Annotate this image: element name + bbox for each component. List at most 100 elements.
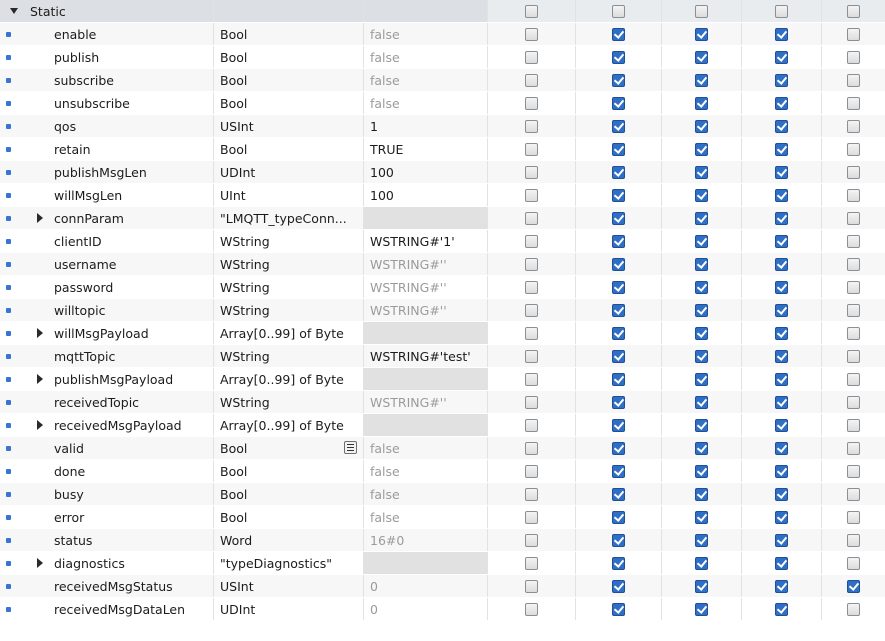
attribute-checkbox-1[interactable] xyxy=(525,441,538,455)
attribute-checkbox-2[interactable] xyxy=(612,533,625,547)
variable-default-cell[interactable] xyxy=(364,207,488,229)
table-row[interactable]: publishMsgLen UDInt 100 xyxy=(0,161,885,184)
variable-type-cell[interactable]: Bool xyxy=(214,23,364,45)
variable-name-cell[interactable]: receivedMsgPayload xyxy=(0,414,214,436)
table-row[interactable]: password WString WSTRING#'' xyxy=(0,276,885,299)
attribute-checkbox-2[interactable] xyxy=(612,73,625,87)
variable-default-cell[interactable]: WSTRING#'' xyxy=(364,391,488,413)
attribute-checkbox-5[interactable] xyxy=(847,27,860,41)
attribute-checkbox-1[interactable] xyxy=(525,579,538,593)
table-row[interactable]: done Bool false xyxy=(0,460,885,483)
variable-name-cell[interactable]: username xyxy=(0,253,214,275)
attribute-checkbox-4[interactable] xyxy=(775,579,788,593)
variable-type-cell[interactable]: Bool xyxy=(214,483,364,505)
attribute-checkbox-5[interactable] xyxy=(847,96,860,110)
attribute-checkbox-4[interactable] xyxy=(775,96,788,110)
variable-default-cell[interactable]: false xyxy=(364,506,488,528)
collapse-arrow-icon[interactable] xyxy=(10,8,18,14)
attribute-checkbox-3[interactable] xyxy=(695,326,708,340)
attribute-checkbox-4[interactable] xyxy=(775,27,788,41)
table-row[interactable]: retain Bool TRUE xyxy=(0,138,885,161)
variable-name-cell[interactable]: receivedMsgStatus xyxy=(0,575,214,597)
attribute-checkbox-5[interactable] xyxy=(847,510,860,524)
variable-default-cell[interactable]: WSTRING#'' xyxy=(364,299,488,321)
variable-type-cell[interactable]: WString xyxy=(214,299,364,321)
variable-default-cell[interactable]: false xyxy=(364,46,488,68)
table-row[interactable]: clientID WString WSTRING#'1' xyxy=(0,230,885,253)
attribute-checkbox-2[interactable] xyxy=(612,395,625,409)
attribute-checkbox-5[interactable] xyxy=(847,464,860,478)
attribute-checkbox-3[interactable] xyxy=(695,395,708,409)
variable-name-cell[interactable]: mqttTopic xyxy=(0,345,214,367)
attribute-checkbox-4[interactable] xyxy=(775,165,788,179)
variable-type-cell[interactable]: WString xyxy=(214,345,364,367)
attribute-checkbox-1[interactable] xyxy=(525,234,538,248)
expand-arrow-icon[interactable] xyxy=(37,558,43,568)
variable-name-cell[interactable]: subscribe xyxy=(0,69,214,91)
variable-type-cell[interactable]: Bool xyxy=(214,69,364,91)
variable-default-cell[interactable]: false xyxy=(364,23,488,45)
attribute-checkbox-2[interactable] xyxy=(612,372,625,386)
attribute-checkbox-3[interactable] xyxy=(695,487,708,501)
variable-default-cell[interactable] xyxy=(364,552,488,574)
variable-name-cell[interactable]: enable xyxy=(0,23,214,45)
attribute-checkbox-5[interactable] xyxy=(847,165,860,179)
attribute-checkbox-3[interactable] xyxy=(695,142,708,156)
table-row[interactable]: status Word 16#0 xyxy=(0,529,885,552)
variable-type-cell[interactable]: USInt xyxy=(214,575,364,597)
table-row[interactable]: receivedMsgPayload Array[0..99] of Byte xyxy=(0,414,885,437)
attribute-checkbox-4[interactable] xyxy=(775,326,788,340)
attribute-checkbox-1[interactable] xyxy=(525,510,538,524)
attribute-checkbox-2[interactable] xyxy=(612,257,625,271)
table-row[interactable]: mqttTopic WString WSTRING#'test' xyxy=(0,345,885,368)
attribute-checkbox-3[interactable] xyxy=(695,165,708,179)
variable-default-cell[interactable]: false xyxy=(364,483,488,505)
attribute-checkbox-4[interactable] xyxy=(775,142,788,156)
table-row[interactable]: willMsgPayload Array[0..99] of Byte xyxy=(0,322,885,345)
attribute-checkbox-5[interactable] xyxy=(847,73,860,87)
type-list-icon[interactable] xyxy=(344,441,357,454)
variable-type-cell[interactable]: WString xyxy=(214,230,364,252)
table-row[interactable]: enable Bool false xyxy=(0,23,885,46)
attribute-checkbox-3[interactable] xyxy=(695,464,708,478)
attribute-checkbox-3[interactable] xyxy=(695,556,708,570)
attribute-checkbox-2[interactable] xyxy=(612,464,625,478)
attribute-checkbox-3[interactable] xyxy=(695,27,708,41)
attribute-checkbox-3[interactable] xyxy=(695,418,708,432)
table-row[interactable]: willtopic WString WSTRING#'' xyxy=(0,299,885,322)
attribute-checkbox-2[interactable] xyxy=(612,303,625,317)
attribute-checkbox-1[interactable] xyxy=(525,395,538,409)
variable-name-cell[interactable]: valid xyxy=(0,437,214,459)
table-row[interactable]: receivedMsgDataLen UDInt 0 xyxy=(0,598,885,621)
attribute-checkbox-1[interactable] xyxy=(525,418,538,432)
section-row-static[interactable]: Static xyxy=(0,0,885,23)
variable-type-cell[interactable]: Bool xyxy=(214,138,364,160)
variable-type-cell[interactable]: Word xyxy=(214,529,364,551)
attribute-checkbox-3[interactable] xyxy=(695,257,708,271)
attribute-checkbox-2[interactable] xyxy=(612,142,625,156)
variable-default-cell[interactable]: WSTRING#'' xyxy=(364,276,488,298)
attribute-checkbox-3[interactable] xyxy=(695,579,708,593)
attribute-checkbox-4[interactable] xyxy=(775,441,788,455)
attribute-checkbox-1[interactable] xyxy=(525,533,538,547)
variable-name-cell[interactable]: willMsgPayload xyxy=(0,322,214,344)
attribute-checkbox-2[interactable] xyxy=(612,165,625,179)
attribute-checkbox-4[interactable] xyxy=(775,211,788,225)
variable-default-cell[interactable]: 0 xyxy=(364,575,488,597)
section-name-cell[interactable]: Static xyxy=(0,0,214,22)
attribute-checkbox-2[interactable] xyxy=(612,27,625,41)
attribute-checkbox-1[interactable] xyxy=(525,372,538,386)
attribute-checkbox-3[interactable] xyxy=(695,96,708,110)
variable-name-cell[interactable]: error xyxy=(0,506,214,528)
attribute-checkbox-2[interactable] xyxy=(612,50,625,64)
attribute-checkbox-3[interactable] xyxy=(695,234,708,248)
variable-name-cell[interactable]: receivedMsgDataLen xyxy=(0,598,214,620)
expand-arrow-icon[interactable] xyxy=(37,328,43,338)
variable-type-cell[interactable]: UDInt xyxy=(214,161,364,183)
attribute-checkbox-4[interactable] xyxy=(775,119,788,133)
attribute-checkbox-4[interactable] xyxy=(775,602,788,616)
attribute-checkbox-4[interactable] xyxy=(775,280,788,294)
attribute-checkbox-3[interactable] xyxy=(695,280,708,294)
attribute-checkbox-1[interactable] xyxy=(525,602,538,616)
variable-name-cell[interactable]: diagnostics xyxy=(0,552,214,574)
